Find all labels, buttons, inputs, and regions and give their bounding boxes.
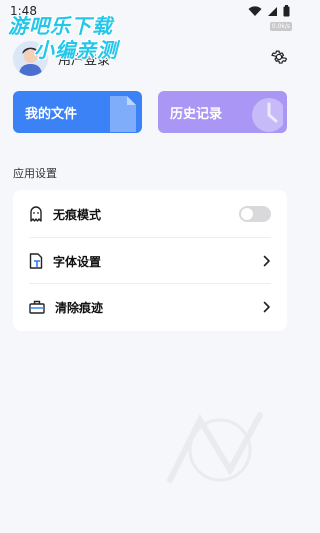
font-file-icon bbox=[29, 253, 43, 269]
chevron-right-icon bbox=[263, 255, 270, 267]
chevron-right-icon bbox=[263, 301, 270, 313]
watermark-line-2: 小编亲测 bbox=[34, 38, 118, 62]
my-files-card[interactable]: 我的文件 bbox=[13, 91, 142, 133]
quick-cards: 我的文件 历史记录 bbox=[13, 91, 287, 133]
network-speed: 0.0k/s bbox=[269, 22, 292, 31]
clock-icon bbox=[252, 98, 283, 132]
settings-row-font[interactable]: 字体设置 bbox=[13, 238, 287, 284]
background-watermark-logo bbox=[167, 412, 263, 483]
history-label: 历史记录 bbox=[170, 106, 223, 122]
signal-icon bbox=[268, 6, 277, 16]
settings-panel: 无痕模式 字体设置 清除痕迹 bbox=[13, 190, 287, 331]
settings-row-incognito[interactable]: 无痕模式 bbox=[13, 191, 287, 237]
settings-row-label: 清除痕迹 bbox=[55, 300, 104, 315]
document-icon bbox=[110, 96, 136, 132]
settings-row-label: 字体设置 bbox=[53, 254, 102, 269]
status-icons bbox=[248, 5, 290, 17]
history-card[interactable]: 历史记录 bbox=[158, 91, 287, 133]
my-files-label: 我的文件 bbox=[25, 106, 78, 122]
toolbox-icon bbox=[29, 300, 45, 314]
watermark-overlay: 游吧乐下载 小编亲测 bbox=[8, 10, 158, 62]
gear-icon[interactable] bbox=[270, 48, 288, 66]
settings-row-label: 无痕模式 bbox=[53, 207, 102, 222]
section-title: 应用设置 bbox=[13, 167, 57, 180]
battery-icon bbox=[283, 5, 290, 17]
settings-row-clear[interactable]: 清除痕迹 bbox=[13, 284, 287, 330]
wifi-icon bbox=[248, 5, 262, 16]
ghost-icon bbox=[30, 206, 42, 222]
incognito-toggle[interactable] bbox=[239, 206, 271, 222]
